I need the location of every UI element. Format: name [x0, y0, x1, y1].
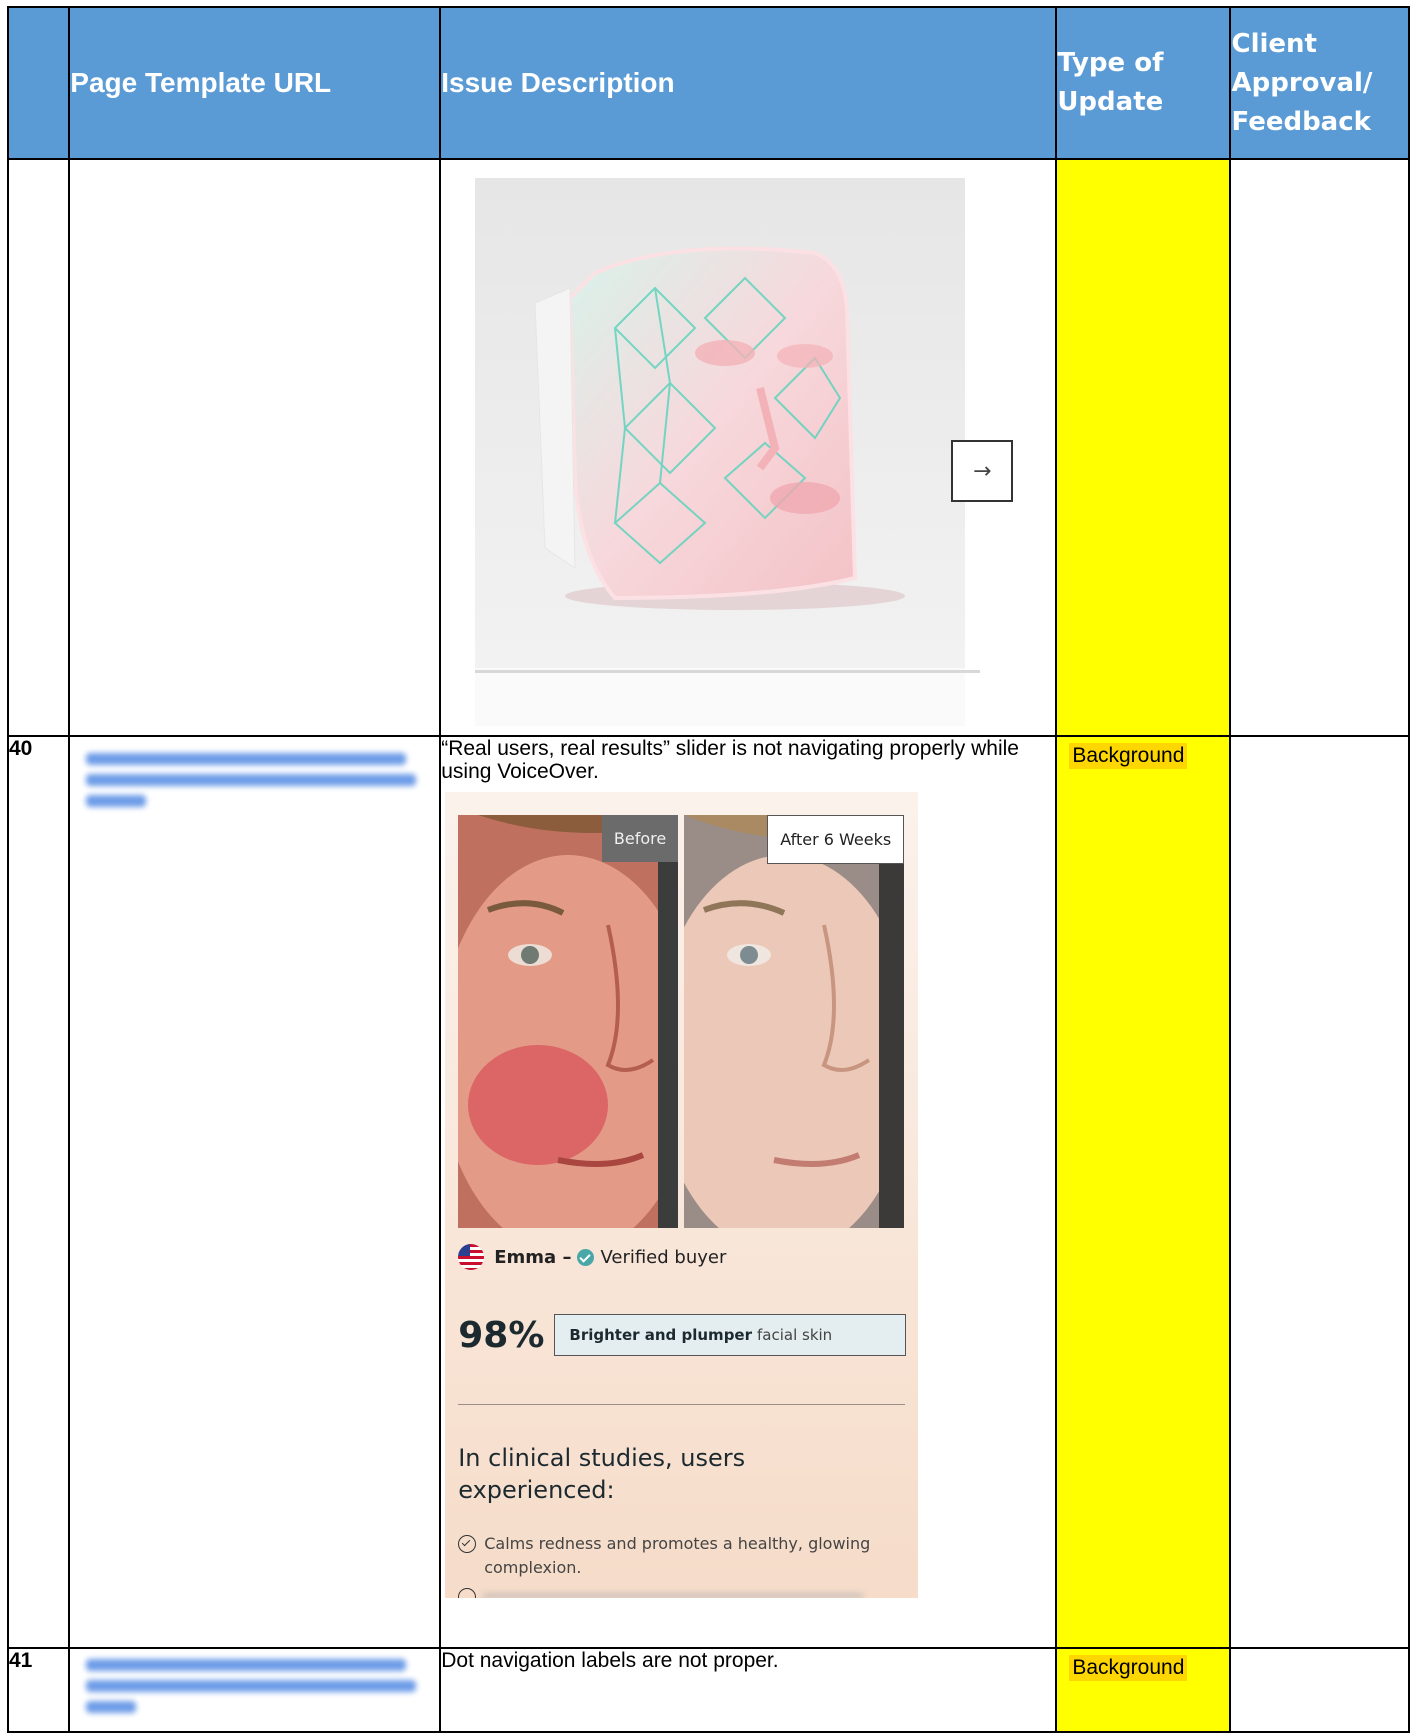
- stat-value: 98%: [458, 1314, 545, 1356]
- update-type-badge: Background: [1069, 743, 1188, 769]
- header-type-of-update: Type of Update: [1055, 6, 1232, 160]
- row-url-cell: [68, 158, 442, 737]
- table-row: 40 “Real users, real results” slider is …: [6, 735, 1410, 1649]
- before-label: Before: [601, 815, 679, 862]
- results-slider-screenshot: Before After 6 Weeks Emma – Verified buy…: [445, 792, 919, 1598]
- row-num-cell: [6, 158, 71, 737]
- header-num: [6, 6, 71, 160]
- divider: [458, 1404, 906, 1405]
- verified-check-icon: [577, 1248, 595, 1266]
- row-url-cell: [68, 735, 442, 1649]
- check-circle-icon: [458, 1535, 477, 1553]
- slider-next-button[interactable]: →: [951, 440, 1014, 502]
- issues-table: Page Template URL Issue Description Type…: [6, 6, 1410, 1733]
- before-photo: Before: [458, 815, 679, 1228]
- benefit-text: Calms redness and promotes a healthy, gl…: [484, 1534, 871, 1577]
- check-circle-icon: [458, 1588, 477, 1598]
- stat-rest-text: facial skin: [757, 1325, 833, 1344]
- table-row: →: [6, 158, 1410, 737]
- buyer-status: Verified buyer: [600, 1246, 727, 1268]
- header-page-template-url: Page Template URL: [68, 6, 442, 160]
- issue-description: Dot navigation labels are not proper.: [441, 1649, 779, 1672]
- row-client-cell: [1229, 158, 1410, 737]
- header-row: Page Template URL Issue Description Type…: [6, 6, 1410, 160]
- stat-block: 98% Brighter and plumper facial skin: [458, 1314, 907, 1356]
- row-num: 41: [6, 1647, 71, 1733]
- blurred-url-link[interactable]: [86, 1659, 417, 1713]
- row-type-cell: Background: [1055, 735, 1232, 1649]
- clinical-heading: In clinical studies, users experienced:: [458, 1444, 746, 1504]
- header-issue-description: Issue Description: [439, 6, 1058, 160]
- buyer-info: Emma – Verified buyer: [458, 1244, 726, 1270]
- row-url-cell: [68, 1647, 442, 1733]
- row-type-cell: [1055, 158, 1232, 737]
- issue-description: “Real users, real results” slider is not…: [441, 737, 1019, 783]
- stat-description: Brighter and plumper facial skin: [554, 1314, 907, 1356]
- product-image: →: [475, 178, 1016, 726]
- stat-bold-text: Brighter and plumper: [569, 1325, 752, 1344]
- truncated-benefit: [483, 1593, 864, 1598]
- row-type-cell: Background: [1055, 1647, 1232, 1733]
- buyer-name: Emma –: [494, 1246, 572, 1268]
- row-num: 40: [6, 735, 71, 1649]
- row-client-cell: [1229, 1647, 1410, 1733]
- row-desc-cell: “Real users, real results” slider is not…: [439, 735, 1058, 1649]
- update-type-badge: Background: [1069, 1655, 1188, 1681]
- blurred-url-link[interactable]: [86, 753, 417, 807]
- row-desc-cell: →: [439, 158, 1058, 737]
- led-face-mask-photo: [475, 178, 1016, 726]
- right-arrow-icon: →: [973, 458, 992, 484]
- benefit-item: Calms redness and promotes a healthy, gl…: [458, 1532, 898, 1580]
- after-photo: After 6 Weeks: [684, 815, 905, 1228]
- row-client-cell: [1229, 735, 1410, 1649]
- us-flag-icon: [458, 1244, 485, 1270]
- row-desc-cell: Dot navigation labels are not proper.: [439, 1647, 1058, 1733]
- after-label: After 6 Weeks: [767, 815, 905, 864]
- header-client-approval: Client Approval/ Feedback: [1229, 6, 1410, 160]
- table-row: 41 Dot navigation labels are not proper.…: [6, 1647, 1410, 1733]
